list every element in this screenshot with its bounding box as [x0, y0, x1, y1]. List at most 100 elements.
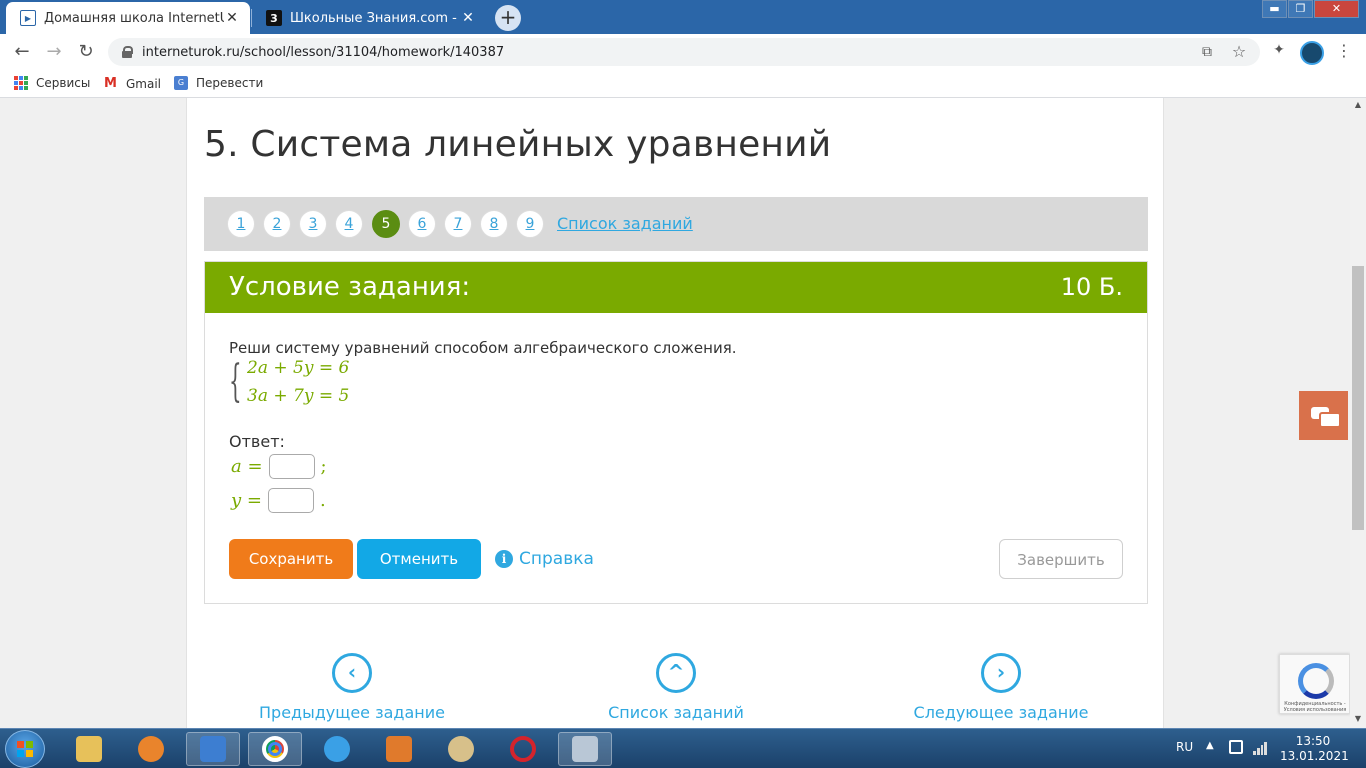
- profile-avatar-icon[interactable]: [1300, 41, 1324, 65]
- open-in-app-icon[interactable]: ⧉: [1198, 43, 1216, 61]
- star-icon[interactable]: ☆: [1230, 43, 1248, 61]
- apps-icon: [14, 76, 28, 90]
- clock-date: 13.01.2021: [1280, 749, 1349, 763]
- url-text[interactable]: interneturok.ru/school/lesson/31104/home…: [142, 45, 504, 60]
- bookmark-gmail[interactable]: M Gmail: [104, 76, 161, 91]
- help-label: Справка: [519, 549, 594, 569]
- task-list-link[interactable]: Список заданий: [557, 214, 693, 233]
- scroll-up-icon[interactable]: ▲: [1350, 98, 1366, 112]
- page-link-8[interactable]: 8: [480, 210, 508, 238]
- action-center-icon[interactable]: [1229, 740, 1243, 754]
- answer-y-input[interactable]: [267, 488, 314, 513]
- tab-strip: ▶ Домашняя школа InternetUrok.ru ✕ 3 Шко…: [0, 0, 1366, 34]
- chat-icon: [1310, 406, 1341, 428]
- chat-button[interactable]: [1299, 391, 1348, 440]
- page-title: 5. Система линейных уравнений: [204, 124, 832, 165]
- calculator-icon[interactable]: [558, 732, 612, 766]
- chevron-left-icon: ‹: [332, 653, 372, 693]
- variable-a-label: a =: [231, 456, 263, 477]
- task-list-nav[interactable]: ^ Список заданий: [576, 653, 776, 722]
- chrome-icon[interactable]: [248, 732, 302, 766]
- save-button[interactable]: Сохранить: [229, 539, 353, 579]
- network-signal-icon[interactable]: [1253, 741, 1267, 755]
- recaptcha-icon: [1298, 663, 1334, 699]
- maximize-button[interactable]: ❐: [1288, 0, 1313, 18]
- video-icon[interactable]: [372, 732, 426, 766]
- lock-icon[interactable]: [122, 46, 133, 58]
- variable-y-label: y =: [231, 490, 262, 511]
- chevron-right-icon: ›: [981, 653, 1021, 693]
- bookmark-translate[interactable]: G Перевести: [174, 76, 263, 90]
- page-link-6[interactable]: 6: [408, 210, 436, 238]
- tray-expand-icon[interactable]: ▲: [1206, 740, 1214, 751]
- page-link-7[interactable]: 7: [444, 210, 472, 238]
- page-viewport: 5. Система линейных уравнений 1 2 3 4 5 …: [0, 98, 1350, 728]
- task-points: 10 Б.: [1060, 273, 1123, 301]
- bookmark-services[interactable]: Сервисы: [14, 76, 90, 90]
- reload-icon[interactable]: ↻: [75, 41, 97, 63]
- previous-task-nav[interactable]: ‹ Предыдущее задание: [252, 653, 452, 722]
- media-player-icon[interactable]: [186, 732, 240, 766]
- previous-task-label: Предыдущее задание: [259, 703, 445, 722]
- tab-title: Домашняя школа InternetUrok.ru: [44, 10, 224, 26]
- back-icon[interactable]: ←: [11, 41, 33, 63]
- scroll-down-icon[interactable]: ▼: [1350, 712, 1366, 726]
- next-task-label: Следующее задание: [913, 703, 1089, 722]
- answer-label: Ответ:: [229, 432, 285, 451]
- cancel-button[interactable]: Отменить: [357, 539, 481, 579]
- new-tab-button[interactable]: +: [495, 5, 521, 31]
- forward-icon[interactable]: →: [43, 41, 65, 63]
- page-link-2[interactable]: 2: [263, 210, 291, 238]
- windows-taskbar: RU ▲ 13:50 13.01.2021: [0, 728, 1366, 768]
- system-clock[interactable]: 13:50 13.01.2021: [1280, 734, 1349, 764]
- recaptcha-text: Конфиденциальность - Условия использован…: [1283, 701, 1347, 713]
- system-brace: {: [229, 356, 242, 407]
- help-link[interactable]: i Справка: [495, 549, 594, 569]
- explorer-icon[interactable]: [62, 732, 116, 766]
- page-link-9[interactable]: 9: [516, 210, 544, 238]
- task-header: Условие задания: 10 Б.: [205, 262, 1147, 313]
- answer-y-punctuation: .: [319, 490, 326, 511]
- menu-icon[interactable]: ⋮: [1336, 42, 1352, 62]
- paint-icon[interactable]: [434, 732, 488, 766]
- minimize-button[interactable]: ▬: [1262, 0, 1287, 18]
- tab-znanija[interactable]: 3 Школьные Знания.com - Решаем ✕: [252, 2, 486, 34]
- language-indicator[interactable]: RU: [1176, 740, 1193, 754]
- answer-row-a: a = ;: [231, 454, 327, 479]
- ie-icon[interactable]: [310, 732, 364, 766]
- translate-icon: G: [174, 76, 188, 90]
- tab-interneturok[interactable]: ▶ Домашняя школа InternetUrok.ru ✕: [6, 2, 250, 34]
- recaptcha-badge[interactable]: Конфиденциальность - Условия использован…: [1279, 654, 1350, 714]
- equation-1: 2a + 5y = 6: [247, 358, 350, 378]
- tab-title: Школьные Знания.com - Решаем: [290, 10, 460, 26]
- scroll-thumb[interactable]: [1352, 266, 1364, 530]
- task-heading: Условие задания:: [229, 272, 471, 302]
- answer-a-input[interactable]: [268, 454, 315, 479]
- answer-a-punctuation: ;: [320, 456, 327, 477]
- extensions-icon[interactable]: ✦: [1270, 42, 1288, 60]
- browser-toolbar: ← → ↻ interneturok.ru/school/lesson/3110…: [0, 34, 1366, 70]
- page-link-4[interactable]: 4: [335, 210, 363, 238]
- bookmarks-bar: Сервисы M Gmail G Перевести: [0, 70, 1366, 98]
- page-link-3[interactable]: 3: [299, 210, 327, 238]
- address-bar[interactable]: interneturok.ru/school/lesson/31104/home…: [108, 38, 1260, 66]
- page-link-5-active[interactable]: 5: [372, 210, 400, 238]
- close-tab-icon[interactable]: ✕: [460, 10, 476, 26]
- equation-2: 3a + 7y = 5: [247, 386, 350, 406]
- info-icon: i: [495, 550, 513, 568]
- close-window-button[interactable]: ✕: [1314, 0, 1359, 18]
- answer-row-y: y = .: [231, 488, 326, 513]
- browser-icon[interactable]: [124, 732, 178, 766]
- gmail-icon: M: [104, 76, 117, 91]
- opera-icon[interactable]: [496, 732, 550, 766]
- page-link-1[interactable]: 1: [227, 210, 255, 238]
- znanija-icon: 3: [266, 10, 282, 26]
- start-button[interactable]: [5, 730, 45, 768]
- page-scrollbar[interactable]: ▲ ▼: [1350, 98, 1366, 728]
- bookmark-label: Перевести: [196, 76, 264, 90]
- close-tab-icon[interactable]: ✕: [224, 10, 240, 26]
- next-task-nav[interactable]: › Следующее задание: [901, 653, 1101, 722]
- lesson-card: 5. Система линейных уравнений 1 2 3 4 5 …: [186, 98, 1164, 728]
- task-panel: Условие задания: 10 Б. Реши систему урав…: [204, 261, 1148, 604]
- finish-button[interactable]: Завершить: [999, 539, 1123, 579]
